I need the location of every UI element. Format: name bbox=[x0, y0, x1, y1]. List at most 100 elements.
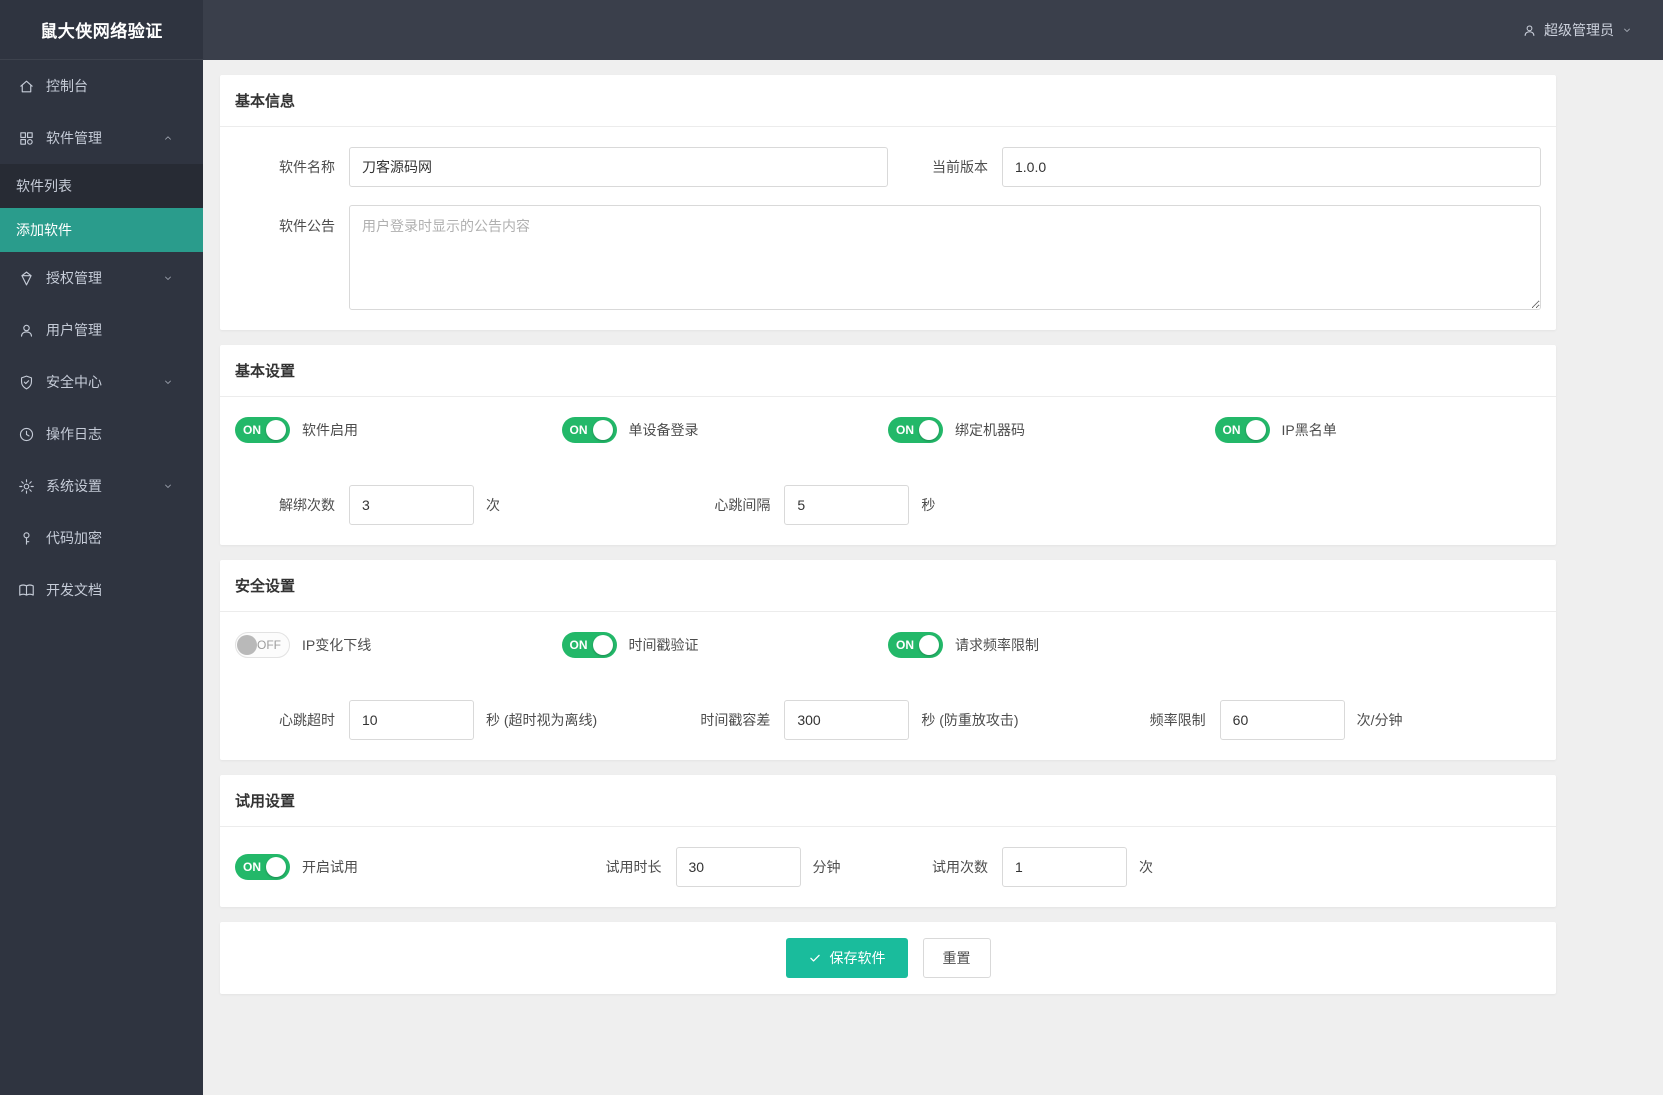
sidebar: 控制台 软件管理 软件列表 添加软件 授权管理 用户管理 安全中心 操作日志 系… bbox=[0, 60, 203, 1095]
toggle-label: IP黑名单 bbox=[1281, 422, 1337, 438]
toggle-ip-blacklist[interactable]: ON bbox=[1214, 417, 1270, 443]
heartbeat-interval-label: 心跳间隔 bbox=[714, 497, 771, 513]
user-icon bbox=[20, 324, 33, 337]
security-settings-card: 安全设置 OFF IP变化下线 ON 时间戳验证 ON 请求频率限制 心跳超时 … bbox=[220, 560, 1556, 760]
check-icon bbox=[809, 954, 820, 962]
top-header: 鼠大侠网络验证 超级管理员 bbox=[0, 0, 1663, 60]
section-title: 基本信息 bbox=[220, 75, 1556, 127]
field-unit: 秒 (防重放攻击) bbox=[921, 712, 1019, 728]
section-title: 安全设置 bbox=[220, 560, 1556, 612]
toggle-knob bbox=[266, 857, 286, 877]
toggle-state-text: OFF bbox=[257, 638, 281, 652]
toggle-knob bbox=[266, 420, 286, 440]
toggle-label: 请求频率限制 bbox=[955, 637, 1039, 653]
sidebar-item-label: 授权管理 bbox=[46, 270, 102, 286]
reset-button[interactable]: 重置 bbox=[922, 938, 991, 978]
toggle-knob bbox=[919, 420, 939, 440]
field-unit: 次 bbox=[486, 497, 500, 513]
toggle-single-device-login[interactable]: ON bbox=[561, 417, 617, 443]
announcement-textarea[interactable] bbox=[349, 205, 1541, 310]
toggle-ip-change-offline[interactable]: OFF bbox=[235, 632, 290, 658]
toggle-state-text: ON bbox=[569, 423, 588, 437]
sidebar-item-label: 安全中心 bbox=[46, 374, 102, 390]
save-button-label: 保存软件 bbox=[829, 950, 886, 966]
toggle-knob bbox=[919, 635, 939, 655]
toggle-label: 时间戳验证 bbox=[628, 637, 699, 653]
toggle-bind-machine-code[interactable]: ON bbox=[888, 417, 943, 443]
toggle-timestamp-verify[interactable]: ON bbox=[561, 632, 617, 658]
app-title: 鼠大侠网络验证 bbox=[0, 0, 203, 60]
sidebar-item-system-settings[interactable]: 系统设置 bbox=[0, 460, 203, 512]
sidebar-item-security-center[interactable]: 安全中心 bbox=[0, 356, 203, 408]
unbind-count-input[interactable] bbox=[349, 485, 474, 525]
sidebar-item-code-encryption[interactable]: 代码加密 bbox=[0, 512, 203, 564]
trial-count-input[interactable] bbox=[1002, 847, 1127, 887]
current-version-input[interactable] bbox=[1002, 147, 1541, 187]
sidebar-item-label: 系统设置 bbox=[46, 478, 102, 494]
toggle-knob bbox=[592, 420, 613, 440]
toggle-software-enable[interactable]: ON bbox=[235, 417, 290, 443]
field-unit: 次 bbox=[1139, 859, 1153, 875]
field-unit: 秒 bbox=[921, 497, 936, 513]
clock-icon bbox=[19, 427, 34, 441]
heartbeat-timeout-label: 心跳超时 bbox=[279, 712, 335, 728]
toggle-label: 软件启用 bbox=[302, 422, 358, 438]
toggle-label: IP变化下线 bbox=[302, 637, 372, 653]
toggle-rate-limit[interactable]: ON bbox=[888, 632, 943, 658]
sidebar-item-label: 软件管理 bbox=[46, 130, 102, 146]
chevron-up-icon bbox=[165, 136, 171, 140]
chevron-down-icon bbox=[165, 380, 171, 384]
save-button[interactable]: 保存软件 bbox=[785, 938, 908, 978]
software-name-input[interactable] bbox=[349, 147, 888, 187]
rate-limit-label: 频率限制 bbox=[1149, 712, 1206, 728]
sub-item-label: 软件列表 bbox=[16, 178, 72, 194]
chevron-down-icon bbox=[165, 276, 171, 280]
shield-check-icon bbox=[20, 375, 33, 389]
sidebar-item-license-mgmt[interactable]: 授权管理 bbox=[0, 252, 203, 304]
trial-count-label: 试用次数 bbox=[932, 859, 988, 875]
toggle-label: 单设备登录 bbox=[628, 422, 699, 438]
section-title: 基本设置 bbox=[220, 345, 1556, 397]
timestamp-tolerance-label: 时间戳容差 bbox=[700, 712, 771, 728]
toggle-label: 绑定机器码 bbox=[955, 422, 1025, 438]
timestamp-tolerance-input[interactable] bbox=[784, 700, 910, 740]
sidebar-item-console[interactable]: 控制台 bbox=[0, 60, 203, 112]
basic-settings-card: 基本设置 ON 软件启用 ON 单设备登录 ON 绑定机器码 ON IP黑名单 … bbox=[220, 345, 1556, 545]
chevron-down-icon bbox=[165, 484, 171, 488]
field-unit: 分钟 bbox=[812, 859, 841, 875]
heartbeat-timeout-input[interactable] bbox=[349, 700, 474, 740]
software-mgmt-submenu: 软件列表 添加软件 bbox=[0, 164, 203, 252]
toggle-knob bbox=[237, 635, 257, 655]
sidebar-item-label: 操作日志 bbox=[46, 426, 102, 442]
user-menu-label: 超级管理员 bbox=[1544, 22, 1614, 38]
apps-icon bbox=[20, 131, 33, 145]
field-unit: 次/分钟 bbox=[1356, 712, 1403, 728]
trial-duration-label: 试用时长 bbox=[605, 859, 662, 875]
toggle-state-text: ON bbox=[1222, 423, 1241, 437]
sidebar-item-label: 控制台 bbox=[46, 78, 88, 94]
heartbeat-interval-input[interactable] bbox=[784, 485, 910, 525]
sidebar-subitem-add-software[interactable]: 添加软件 bbox=[0, 208, 203, 252]
sidebar-subitem-software-list[interactable]: 软件列表 bbox=[0, 164, 203, 208]
trial-duration-input[interactable] bbox=[675, 847, 801, 887]
field-unit: 秒 (超时视为离线) bbox=[486, 712, 598, 728]
sidebar-item-label: 用户管理 bbox=[46, 322, 102, 338]
user-menu[interactable]: 超级管理员 bbox=[203, 0, 1663, 60]
toggle-state-text: ON bbox=[896, 638, 914, 652]
unbind-count-label: 解绑次数 bbox=[279, 497, 335, 513]
gem-icon bbox=[21, 271, 32, 285]
software-name-label: 软件名称 bbox=[279, 159, 335, 175]
user-icon bbox=[1524, 24, 1535, 36]
rate-limit-input[interactable] bbox=[1219, 700, 1345, 740]
toggle-label: 开启试用 bbox=[302, 859, 358, 875]
sub-item-label: 添加软件 bbox=[16, 222, 72, 238]
sidebar-item-dev-docs[interactable]: 开发文档 bbox=[0, 564, 203, 616]
toggle-trial-enable[interactable]: ON bbox=[235, 854, 290, 880]
sidebar-item-operation-log[interactable]: 操作日志 bbox=[0, 408, 203, 460]
sidebar-item-user-mgmt[interactable]: 用户管理 bbox=[0, 304, 203, 356]
sidebar-item-label: 代码加密 bbox=[46, 530, 102, 546]
sidebar-item-software-mgmt[interactable]: 软件管理 bbox=[0, 112, 203, 164]
reset-button-label: 重置 bbox=[942, 950, 971, 966]
book-icon bbox=[19, 583, 34, 596]
home-icon bbox=[20, 80, 33, 92]
